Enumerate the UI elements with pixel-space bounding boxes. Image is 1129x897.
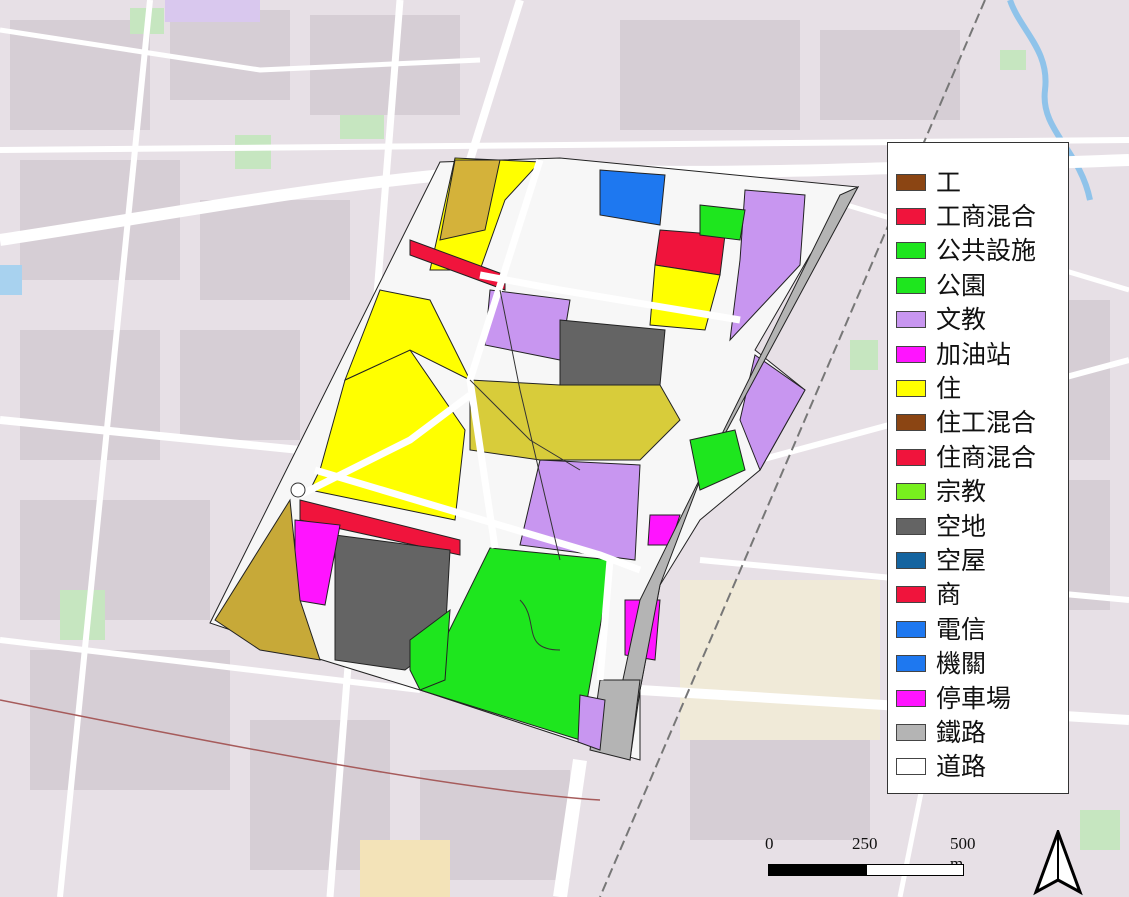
basemap-plaza [360, 840, 450, 897]
legend-label: 住工混合 [936, 408, 1037, 438]
legend-item-road: 道路 [896, 750, 1068, 784]
legend-swatch [896, 448, 926, 466]
scale-label-0: 0 [765, 834, 774, 853]
legend-label: 公共設施 [936, 236, 1037, 266]
basemap-campus [680, 580, 880, 740]
scale-segment-white [866, 864, 964, 876]
land-use-map[interactable]: 工 工商混合 公共設施 公園 文教 加油站 住 住工混合 住商混合 宗教 空地 … [0, 0, 1129, 897]
legend-swatch [896, 758, 926, 776]
legend-item-vacant-land: 空地 [896, 509, 1068, 543]
education-campus-2 [519, 459, 641, 561]
legend-item-public-facility: 公共設施 [896, 234, 1068, 268]
legend-label: 鐵路 [936, 717, 987, 747]
legend-item-residential-commercial: 住商混合 [896, 440, 1068, 474]
legend-item-parking: 停車場 [896, 681, 1068, 715]
legend-swatch [896, 173, 926, 191]
government-block [599, 169, 666, 226]
legend-swatch [896, 586, 926, 604]
legend-label: 道路 [936, 752, 987, 782]
legend-label: 公園 [936, 270, 987, 300]
legend-swatch [896, 483, 926, 501]
legend-swatch [896, 689, 926, 707]
legend-swatch [896, 311, 926, 329]
legend-item-industrial: 工 [896, 165, 1068, 199]
legend-swatch [896, 414, 926, 432]
legend-label: 機關 [936, 649, 987, 679]
scale-segment-black [768, 864, 866, 876]
legend-swatch [896, 208, 926, 226]
legend-item-residential-industrial: 住工混合 [896, 406, 1068, 440]
legend-item-government: 機關 [896, 646, 1068, 680]
legend-swatch [896, 276, 926, 294]
legend-item-industrial-commercial: 工商混合 [896, 199, 1068, 233]
vacant-land-center [559, 319, 666, 386]
legend-item-gas-station: 加油站 [896, 337, 1068, 371]
legend-label: 空地 [936, 511, 987, 541]
legend-swatch [896, 380, 926, 398]
legend-swatch [896, 345, 926, 363]
dense-mixed-center [469, 379, 681, 461]
legend-label: 空屋 [936, 545, 987, 575]
legend-label: 停車場 [936, 683, 1012, 713]
legend-item-railway: 鐵路 [896, 715, 1068, 749]
map-legend: 工 工商混合 公共設施 公園 文教 加油站 住 住工混合 住商混合 宗教 空地 … [887, 142, 1069, 794]
legend-item-residential: 住 [896, 371, 1068, 405]
legend-label: 工 [936, 167, 962, 197]
legend-swatch [896, 551, 926, 569]
legend-item-telecom: 電信 [896, 612, 1068, 646]
legend-label: 工商混合 [936, 202, 1037, 232]
legend-swatch [896, 620, 926, 638]
legend-label: 加油站 [936, 339, 1012, 369]
basemap-institution [165, 0, 260, 22]
legend-item-commercial: 商 [896, 578, 1068, 612]
legend-label: 住商混合 [936, 442, 1037, 472]
pond [0, 265, 22, 295]
legend-label: 文教 [936, 305, 987, 335]
roundabout [290, 482, 306, 498]
legend-swatch [896, 517, 926, 535]
legend-label: 宗教 [936, 477, 987, 507]
north-arrow-icon [1033, 830, 1083, 896]
scale-label-250: 250 [852, 834, 878, 853]
scale-bar: 0 250 500 m [760, 834, 976, 884]
legend-item-vacant-house: 空屋 [896, 543, 1068, 577]
education-south [577, 694, 606, 751]
legend-swatch [896, 723, 926, 741]
public-facility-ne [699, 204, 746, 241]
legend-item-education: 文教 [896, 303, 1068, 337]
legend-swatch [896, 655, 926, 673]
legend-label: 電信 [936, 614, 987, 644]
legend-item-religious: 宗教 [896, 475, 1068, 509]
legend-label: 住 [936, 374, 962, 404]
legend-label: 商 [936, 580, 962, 610]
legend-swatch [896, 242, 926, 260]
legend-item-park: 公園 [896, 268, 1068, 302]
